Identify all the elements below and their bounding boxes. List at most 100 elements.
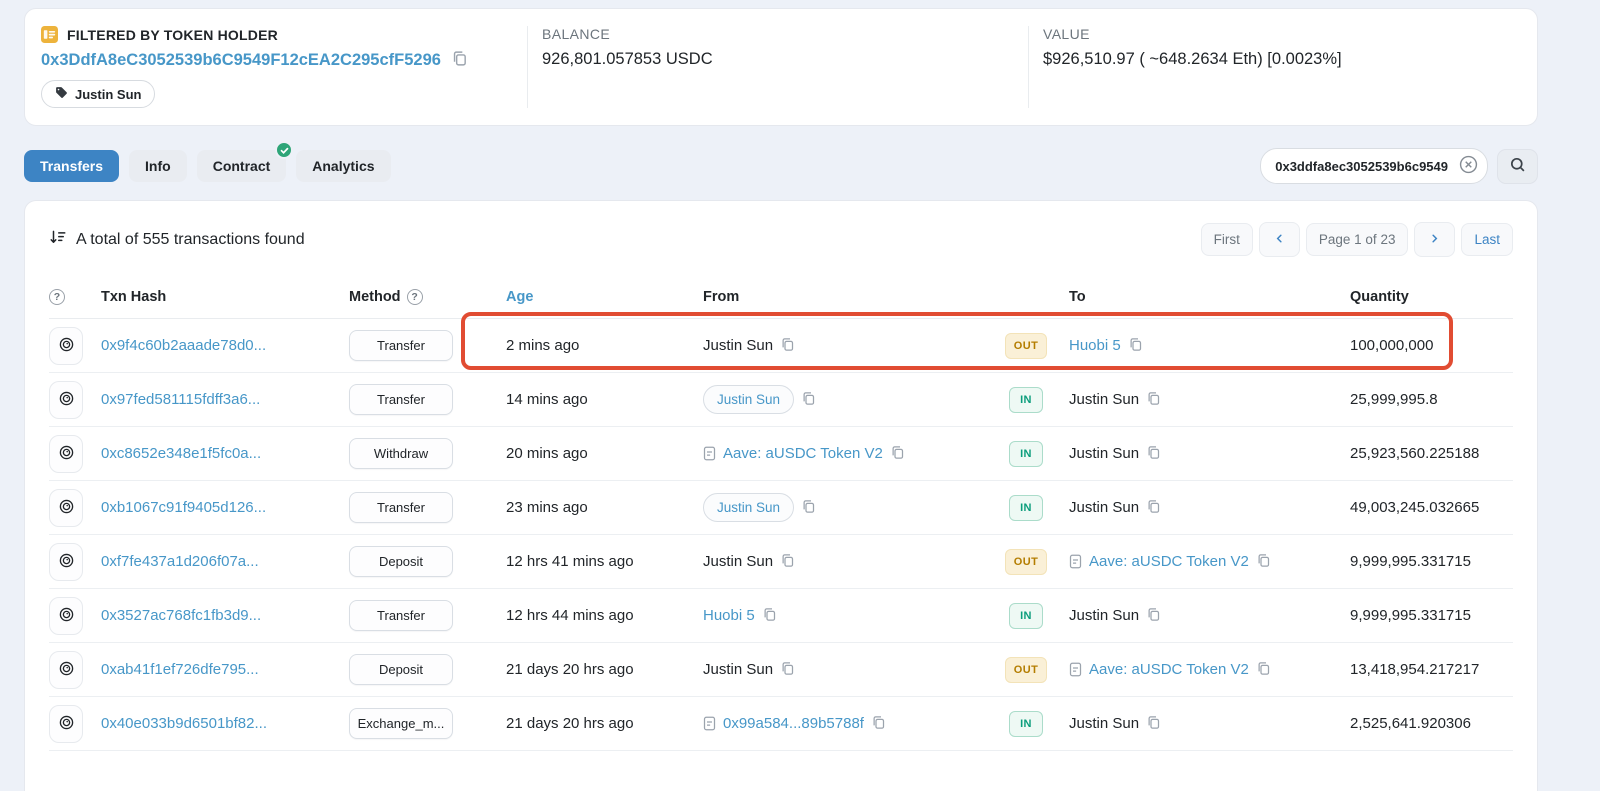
copy-address-button[interactable] bbox=[1146, 391, 1161, 409]
copy-address-button[interactable] bbox=[801, 391, 816, 409]
tab-transfers[interactable]: Transfers bbox=[24, 150, 120, 182]
txn-hash-link[interactable]: 0xf7fe437a1d206f07a... bbox=[101, 553, 259, 570]
help-circle-icon[interactable]: ? bbox=[49, 289, 65, 305]
txn-hash-link[interactable]: 0xb1067c91f9405d126... bbox=[101, 499, 266, 516]
copy-icon bbox=[871, 715, 886, 733]
txn-hash-link[interactable]: 0x9f4c60b2aaade78d0... bbox=[101, 337, 266, 354]
direction-badge: IN bbox=[1009, 494, 1043, 521]
eye-icon bbox=[58, 390, 75, 410]
copy-address-button[interactable] bbox=[890, 445, 905, 463]
copy-icon bbox=[762, 607, 777, 625]
table-row: 0x3527ac768fc1fb3d9... Transfer 12 hrs 4… bbox=[49, 589, 1513, 643]
clear-filter-button[interactable] bbox=[1459, 155, 1478, 177]
pagination-last-button[interactable]: Last bbox=[1461, 223, 1513, 256]
copy-address-button[interactable] bbox=[1146, 607, 1161, 625]
to-address-link[interactable]: Huobi 5 bbox=[1069, 337, 1121, 354]
search-icon bbox=[1509, 156, 1526, 176]
quantity-text: 9,999,995.331715 bbox=[1350, 553, 1471, 570]
copy-holder-address-button[interactable] bbox=[451, 50, 468, 70]
copy-address-button[interactable] bbox=[871, 715, 886, 733]
from-address-link[interactable]: Huobi 5 bbox=[703, 607, 755, 624]
copy-address-button[interactable] bbox=[780, 661, 795, 679]
age-text: 23 mins ago bbox=[506, 499, 588, 516]
preview-eye-button[interactable] bbox=[49, 704, 83, 743]
column-header-age[interactable]: Age bbox=[496, 289, 693, 305]
tab-analytics[interactable]: Analytics bbox=[296, 150, 391, 182]
eye-icon bbox=[58, 498, 75, 518]
filter-search-group: 0x3ddfa8ec3052539b6c9549 bbox=[1260, 148, 1538, 184]
copy-address-button[interactable] bbox=[1256, 553, 1271, 571]
contract-icon bbox=[1069, 554, 1082, 569]
copy-address-button[interactable] bbox=[1146, 499, 1161, 517]
method-badge[interactable]: Withdraw bbox=[349, 438, 453, 469]
preview-eye-button[interactable] bbox=[49, 488, 83, 527]
token-transfers-page: FILTERED BY TOKEN HOLDER 0x3DdfA8eC30525… bbox=[0, 0, 1600, 791]
holder-address-link[interactable]: 0x3DdfA8eC3052539b6C9549F12cEA2C295cfF52… bbox=[41, 51, 441, 70]
method-badge[interactable]: Deposit bbox=[349, 654, 453, 685]
direction-badge: IN bbox=[1009, 710, 1043, 737]
copy-address-button[interactable] bbox=[762, 607, 777, 625]
txn-hash-link[interactable]: 0x97fed581115fdff3a6... bbox=[101, 391, 260, 408]
search-button[interactable] bbox=[1497, 148, 1538, 184]
tab-contract[interactable]: Contract bbox=[196, 141, 294, 182]
copy-address-button[interactable] bbox=[1256, 661, 1271, 679]
age-text: 20 mins ago bbox=[506, 445, 588, 462]
pagination: First Page 1 of 23 Last bbox=[1200, 222, 1513, 257]
copy-address-button[interactable] bbox=[780, 553, 795, 571]
from-address-link[interactable]: 0x99a584...89b5788f bbox=[723, 715, 864, 732]
copy-icon bbox=[1128, 337, 1143, 355]
age-text: 21 days 20 hrs ago bbox=[506, 661, 634, 678]
holder-name-tag[interactable]: Justin Sun bbox=[41, 80, 156, 108]
preview-eye-button[interactable] bbox=[49, 434, 83, 473]
table-row: 0x97fed581115fdff3a6... Transfer 14 mins… bbox=[49, 373, 1513, 427]
eye-icon bbox=[58, 606, 75, 626]
value-label: VALUE bbox=[1043, 26, 1090, 42]
copy-icon bbox=[890, 445, 905, 463]
quantity-text: 49,003,245.032665 bbox=[1350, 499, 1480, 516]
method-badge[interactable]: Transfer bbox=[349, 330, 453, 361]
direction-badge: IN bbox=[1009, 440, 1043, 467]
to-address-text: Justin Sun bbox=[1069, 445, 1140, 462]
from-address-tag[interactable]: Justin Sun bbox=[703, 493, 795, 522]
copy-address-button[interactable] bbox=[801, 499, 816, 517]
to-address-text: Justin Sun bbox=[1069, 715, 1140, 732]
preview-eye-button[interactable] bbox=[49, 650, 83, 689]
method-badge[interactable]: Transfer bbox=[349, 492, 453, 523]
method-badge[interactable]: Deposit bbox=[349, 546, 453, 577]
preview-eye-button[interactable] bbox=[49, 542, 83, 581]
tab-label: Contract bbox=[212, 158, 271, 174]
from-cell: Justin Sun bbox=[693, 493, 986, 522]
copy-address-button[interactable] bbox=[780, 337, 795, 355]
contract-icon bbox=[703, 716, 716, 731]
holder-tag-label: Justin Sun bbox=[75, 86, 142, 102]
copy-address-button[interactable] bbox=[1146, 445, 1161, 463]
to-address-link[interactable]: Aave: aUSDC Token V2 bbox=[1089, 661, 1249, 678]
from-address-tag[interactable]: Justin Sun bbox=[703, 385, 795, 414]
copy-address-button[interactable] bbox=[1146, 715, 1161, 733]
copy-address-button[interactable] bbox=[1128, 337, 1143, 355]
to-address-text: Justin Sun bbox=[1069, 499, 1140, 516]
pagination-first-button[interactable]: First bbox=[1200, 223, 1253, 256]
pagination-next-button[interactable] bbox=[1414, 222, 1456, 257]
direction-badge: IN bbox=[1009, 386, 1043, 413]
from-address-link[interactable]: Aave: aUSDC Token V2 bbox=[723, 445, 883, 462]
pagination-prev-button[interactable] bbox=[1258, 222, 1300, 257]
txn-hash-link[interactable]: 0xab41f1ef726dfe795... bbox=[101, 661, 259, 678]
copy-icon bbox=[1146, 715, 1161, 733]
tab-info[interactable]: Info bbox=[129, 150, 187, 182]
column-header-from: From bbox=[703, 289, 740, 305]
preview-eye-button[interactable] bbox=[49, 380, 83, 419]
help-circle-icon[interactable]: ? bbox=[406, 289, 423, 305]
txn-hash-link[interactable]: 0x3527ac768fc1fb3d9... bbox=[101, 607, 261, 624]
preview-eye-button[interactable] bbox=[49, 596, 83, 635]
method-badge[interactable]: Transfer bbox=[349, 384, 453, 415]
method-badge[interactable]: Exchange_m... bbox=[349, 708, 453, 739]
txn-hash-link[interactable]: 0xc8652e348e1f5fc0a... bbox=[101, 445, 261, 462]
preview-eye-button[interactable] bbox=[49, 326, 83, 365]
copy-icon bbox=[801, 499, 816, 517]
txn-hash-link[interactable]: 0x40e033b9d6501bf82... bbox=[101, 715, 267, 732]
to-address-link[interactable]: Aave: aUSDC Token V2 bbox=[1089, 553, 1249, 570]
method-badge[interactable]: Transfer bbox=[349, 600, 453, 631]
eye-icon bbox=[58, 660, 75, 680]
from-address-text: Justin Sun bbox=[703, 337, 774, 354]
